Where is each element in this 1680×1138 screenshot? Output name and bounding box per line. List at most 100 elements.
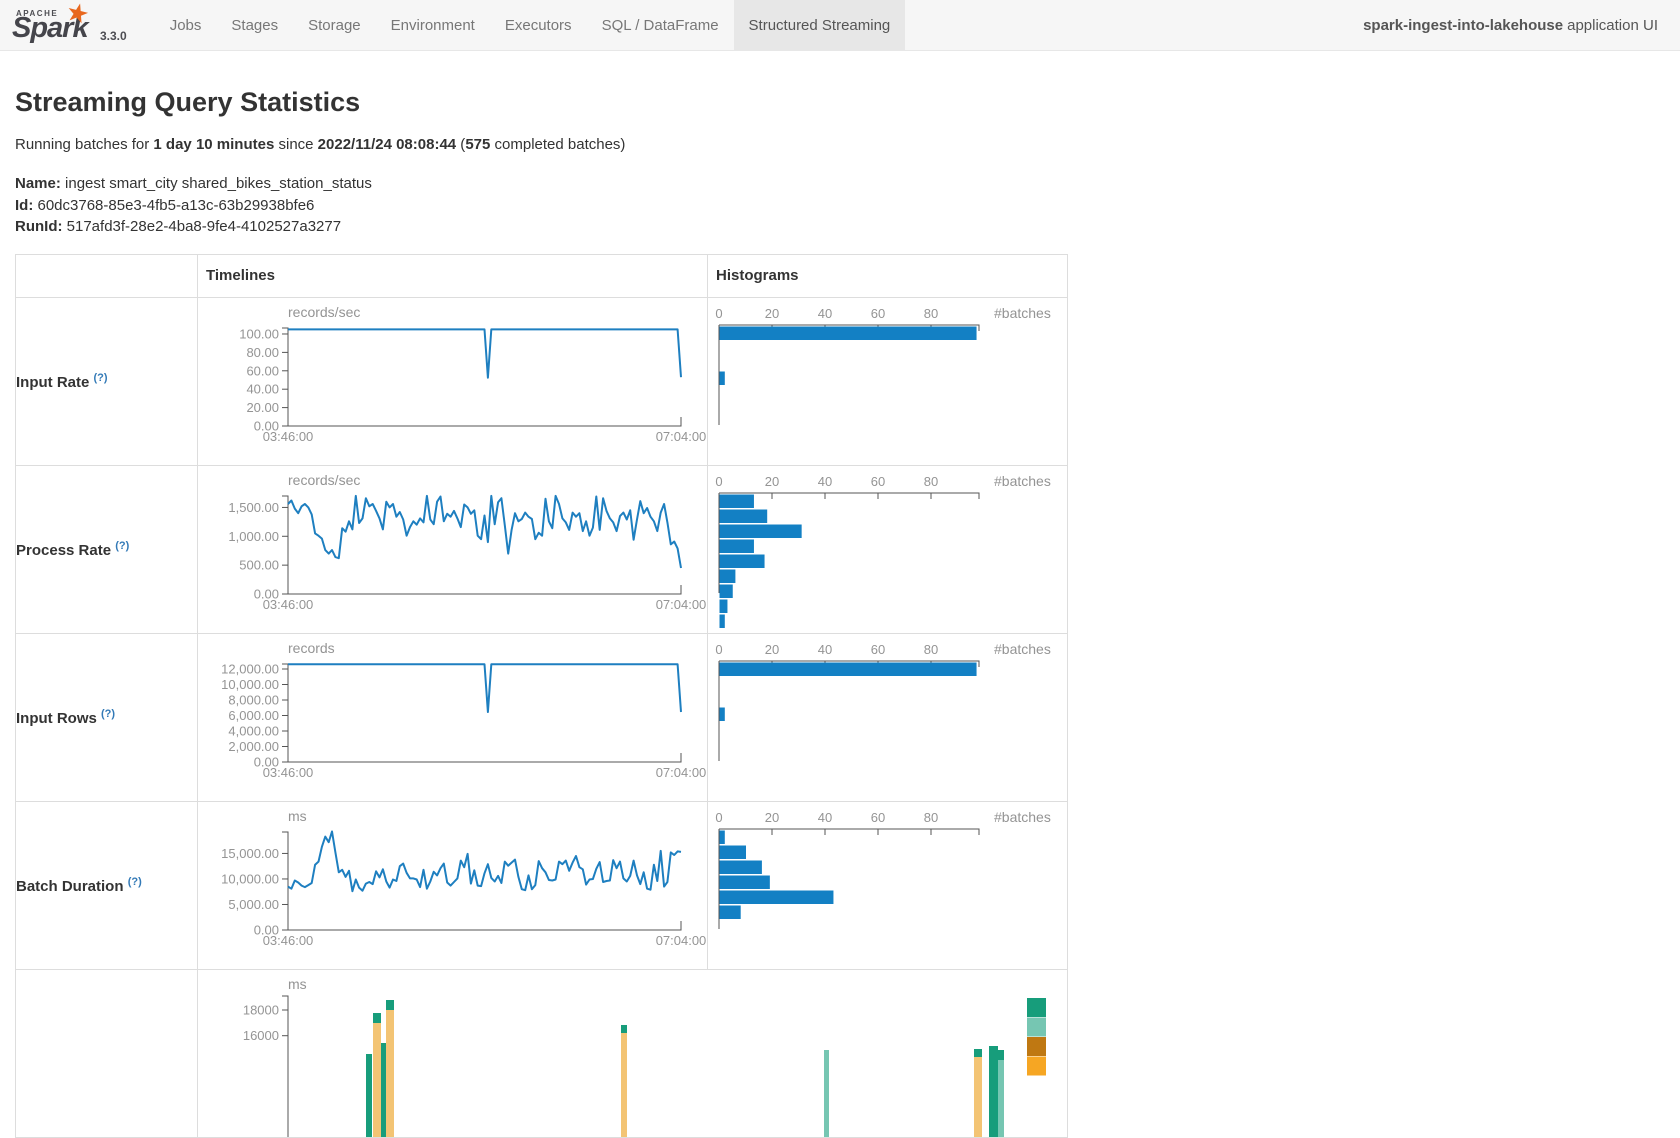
query-metadata: Name: ingest smart_city shared_bikes_sta…	[15, 173, 1665, 238]
running-prefix: Running batches for	[15, 136, 153, 153]
svg-text:80: 80	[924, 642, 938, 657]
svg-text:ms: ms	[288, 808, 307, 824]
stacked-bar-segment	[974, 1057, 982, 1137]
legend-swatch-ochre	[1027, 1037, 1046, 1056]
id-label: Id:	[15, 197, 33, 214]
svg-text:#batches: #batches	[994, 473, 1051, 489]
svg-text:10,000.00: 10,000.00	[221, 676, 279, 691]
stacked-bar-segment	[386, 1010, 394, 1137]
svg-text:5,000.00: 5,000.00	[228, 896, 279, 911]
histogram-cell: 020406080#batches	[708, 465, 1068, 633]
histogram-cell: 020406080#batches	[708, 801, 1068, 969]
stacked-bar-segment	[989, 1046, 998, 1137]
application-ui-suffix: application UI	[1567, 17, 1658, 34]
svg-text:80: 80	[924, 306, 938, 321]
help-tooltip-link[interactable]: (?)	[94, 372, 108, 384]
histograms-column-header: Histograms	[708, 254, 1068, 297]
query-id-line: Id: 60dc3768-85e3-4fb5-a13c-63b29938bfe6	[15, 195, 1665, 217]
svg-text:40: 40	[818, 474, 832, 489]
name-value: ingest smart_city shared_bikes_station_s…	[61, 175, 372, 192]
stacked-bar-segment	[373, 1023, 381, 1137]
svg-text:03:46:00: 03:46:00	[263, 933, 314, 948]
metric-column-header	[16, 254, 198, 297]
table-row: Input Rows (?)records12,000.0010,000.008…	[16, 633, 1068, 801]
svg-text:20: 20	[765, 810, 779, 825]
legend-swatch-orangeBright	[1027, 1056, 1046, 1075]
stacked-bar-segment	[386, 1000, 394, 1010]
timeline-chart: records12,000.0010,000.008,000.006,000.0…	[198, 634, 707, 801]
histogram-cell: 020406080#batches	[708, 633, 1068, 801]
tab-executors[interactable]: Executors	[490, 0, 587, 50]
help-tooltip-link[interactable]: (?)	[101, 708, 115, 720]
application-ui-title: spark-ingest-into-lakehouse application …	[1363, 0, 1680, 50]
spark-logo[interactable]: APACHE Spark ★ 3.3.0	[0, 0, 127, 50]
tab-sql-dataframe[interactable]: SQL / DataFrame	[587, 0, 734, 50]
svg-text:60.00: 60.00	[246, 363, 279, 378]
histogram-chart: 020406080#batches	[708, 802, 1067, 969]
table-row: Batch Duration (?)ms15,000.0010,000.005,…	[16, 801, 1068, 969]
svg-text:18000: 18000	[243, 1002, 279, 1017]
svg-text:12,000.00: 12,000.00	[221, 661, 279, 676]
histogram-chart: 020406080#batches	[708, 634, 1067, 801]
row-label-input-rate: Input Rate (?)	[16, 297, 198, 465]
svg-text:60: 60	[871, 642, 885, 657]
tab-structured-streaming[interactable]: Structured Streaming	[734, 0, 906, 50]
running-suffix: completed batches)	[490, 136, 625, 153]
svg-text:03:46:00: 03:46:00	[263, 597, 314, 612]
svg-text:records/sec: records/sec	[288, 472, 360, 488]
svg-text:40: 40	[818, 306, 832, 321]
svg-text:07:04:00: 07:04:00	[656, 765, 707, 780]
svg-text:records/sec: records/sec	[288, 304, 360, 320]
svg-text:20.00: 20.00	[246, 400, 279, 415]
svg-text:40.00: 40.00	[246, 381, 279, 396]
svg-text:0: 0	[715, 810, 722, 825]
tab-stages[interactable]: Stages	[216, 0, 293, 50]
tab-environment[interactable]: Environment	[376, 0, 490, 50]
row-label-batch-duration: Batch Duration (?)	[16, 801, 198, 969]
spark-version: 3.3.0	[92, 29, 127, 50]
svg-text:#batches: #batches	[994, 809, 1051, 825]
svg-text:#batches: #batches	[994, 305, 1051, 321]
table-row: ms1800016000	[16, 969, 1068, 1137]
svg-text:0: 0	[715, 642, 722, 657]
stacked-bar-segment	[366, 1053, 372, 1136]
completed-batches-count: 575	[465, 136, 490, 153]
svg-text:40: 40	[818, 642, 832, 657]
svg-text:20: 20	[765, 306, 779, 321]
runid-value: 517afd3f-28e2-4ba8-9fe4-4102527a3277	[62, 218, 341, 235]
operation-duration-chart: ms1800016000	[198, 970, 1066, 1137]
svg-text:1,500.00: 1,500.00	[228, 499, 279, 514]
tab-storage[interactable]: Storage	[293, 0, 376, 50]
timeline-chart: records/sec1,500.001,000.00500.000.0003:…	[198, 466, 707, 633]
stacked-bar-segment	[621, 1033, 627, 1137]
legend-swatch-lightteal	[1027, 1017, 1046, 1036]
svg-text:80: 80	[924, 474, 938, 489]
help-tooltip-link[interactable]: (?)	[115, 540, 129, 552]
timeline-cell: records12,000.0010,000.008,000.006,000.0…	[198, 633, 708, 801]
svg-text:0: 0	[715, 474, 722, 489]
svg-text:records: records	[288, 640, 335, 656]
svg-text:16000: 16000	[243, 1028, 279, 1043]
running-start-time: 2022/11/24 08:08:44	[318, 136, 456, 153]
running-open-paren: (	[456, 136, 465, 153]
svg-text:100.00: 100.00	[239, 326, 279, 341]
spark-star-icon: ★	[63, 0, 93, 31]
runid-label: RunId:	[15, 218, 62, 235]
tab-jobs[interactable]: Jobs	[155, 0, 217, 50]
svg-text:07:04:00: 07:04:00	[656, 597, 707, 612]
timelines-column-header: Timelines	[198, 254, 708, 297]
main-content: Streaming Query Statistics Running batch…	[0, 87, 1680, 1138]
running-duration: 1 day 10 minutes	[153, 136, 274, 153]
svg-text:80: 80	[924, 810, 938, 825]
legend-swatch-teal	[1027, 998, 1046, 1017]
stacked-bar-segment	[824, 1050, 829, 1137]
help-tooltip-link[interactable]: (?)	[128, 876, 142, 888]
application-name: spark-ingest-into-lakehouse	[1363, 17, 1563, 34]
table-row: Process Rate (?)records/sec1,500.001,000…	[16, 465, 1068, 633]
statistics-table: Timelines Histograms Input Rate (?) recor…	[15, 254, 1068, 1138]
svg-text:07:04:00: 07:04:00	[656, 429, 707, 444]
histogram-chart: 020406080#batches	[708, 466, 1067, 633]
svg-text:10,000.00: 10,000.00	[221, 871, 279, 886]
query-runid-line: RunId: 517afd3f-28e2-4ba8-9fe4-4102527a3…	[15, 216, 1665, 238]
stacked-bar-segment	[998, 1059, 1004, 1136]
